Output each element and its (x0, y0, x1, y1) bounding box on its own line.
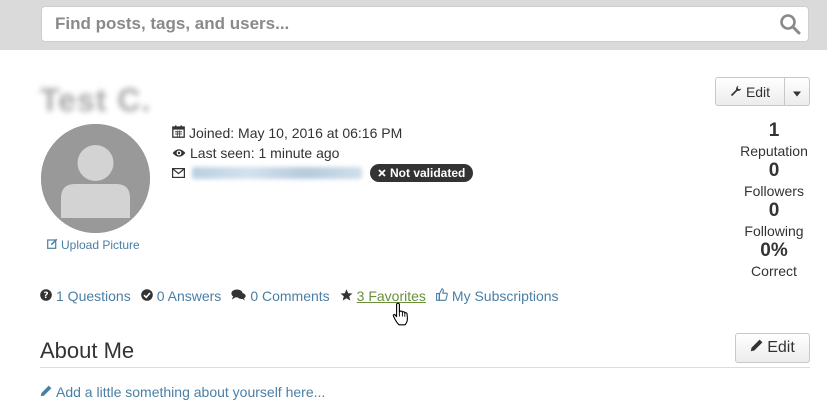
stat-value: 1 (768, 120, 780, 141)
tab-favorites[interactable]: 3 Favorites (340, 288, 426, 304)
stat-value: 0 (768, 200, 780, 221)
last-seen-text: Last seen: 1 minute ago (190, 145, 340, 161)
eye-icon (172, 145, 186, 161)
star-icon (340, 288, 353, 304)
hand-cursor-icon (392, 302, 411, 331)
upload-picture-label: Upload Picture (61, 238, 140, 252)
close-icon (378, 166, 386, 180)
stat-value: 0 (768, 160, 780, 181)
joined-text: Joined: May 10, 2016 at 06:16 PM (189, 125, 403, 141)
search-input[interactable] (42, 14, 772, 34)
email-row: Not validated (172, 163, 474, 183)
caret-down-icon (792, 84, 802, 100)
pencil-icon (750, 339, 763, 357)
about-heading: About Me (40, 338, 135, 363)
not-validated-badge: Not validated (370, 164, 474, 182)
about-edit-label: Edit (767, 339, 795, 356)
svg-text:?: ? (43, 291, 48, 301)
badge-label: Not validated (390, 166, 466, 180)
email-text (192, 167, 362, 179)
wrench-icon (730, 84, 742, 100)
stat-label: Followers (744, 183, 804, 199)
about-edit-button[interactable]: Edit (735, 333, 810, 363)
check-circle-icon (140, 288, 153, 304)
profile-edit-group: Edit (715, 77, 810, 106)
profile-stats: 1 Reputation 0 Followers 0 Following 0% … (730, 121, 818, 281)
stat-value: 0% (760, 240, 788, 261)
stat-label: Following (744, 223, 804, 239)
tab-label: 0 Answers (156, 288, 222, 304)
comments-icon (231, 288, 247, 304)
profile-tabs: ? 1 Questions 0 Answers 0 Comments 3 Fav… (40, 288, 559, 304)
tab-comments[interactable]: 0 Comments (231, 288, 330, 304)
tab-label: 0 Comments (250, 288, 330, 304)
profile-edit-dropdown[interactable] (785, 77, 810, 106)
stat-followers: 0 Followers (730, 161, 818, 201)
edit-square-icon (47, 238, 58, 252)
stat-following: 0 Following (730, 201, 818, 241)
tab-label: 1 Questions (56, 288, 131, 304)
search-icon[interactable] (772, 6, 808, 42)
tab-subscriptions[interactable]: My Subscriptions (435, 288, 559, 304)
profile-meta: Joined: May 10, 2016 at 06:16 PM Last se… (172, 123, 474, 183)
add-about-link[interactable]: Add a little something about yourself he… (40, 384, 325, 400)
top-bar (0, 0, 827, 50)
envelope-icon (172, 165, 186, 181)
upload-picture-link[interactable]: Upload Picture (47, 238, 140, 252)
tab-questions[interactable]: ? 1 Questions (40, 288, 131, 304)
stat-correct: 0% Correct (730, 241, 818, 281)
about-divider (40, 367, 810, 368)
add-about-label: Add a little something about yourself he… (56, 384, 326, 400)
calendar-icon (172, 125, 185, 141)
last-seen-row: Last seen: 1 minute ago (172, 143, 473, 163)
thumbs-up-icon (435, 288, 448, 304)
stat-label: Correct (751, 263, 797, 279)
tab-answers[interactable]: 0 Answers (140, 288, 222, 304)
question-circle-icon: ? (40, 288, 52, 304)
search-box[interactable] (41, 6, 809, 42)
profile-edit-button[interactable]: Edit (715, 77, 785, 106)
pencil-icon (40, 384, 52, 400)
stat-label: Reputation (740, 143, 808, 159)
profile-edit-label: Edit (745, 83, 771, 100)
avatar (41, 124, 150, 233)
joined-row: Joined: May 10, 2016 at 06:16 PM (172, 123, 473, 143)
tab-label: My Subscriptions (451, 288, 559, 304)
stat-reputation: 1 Reputation (730, 121, 818, 161)
profile-username: Test C. (40, 82, 152, 118)
